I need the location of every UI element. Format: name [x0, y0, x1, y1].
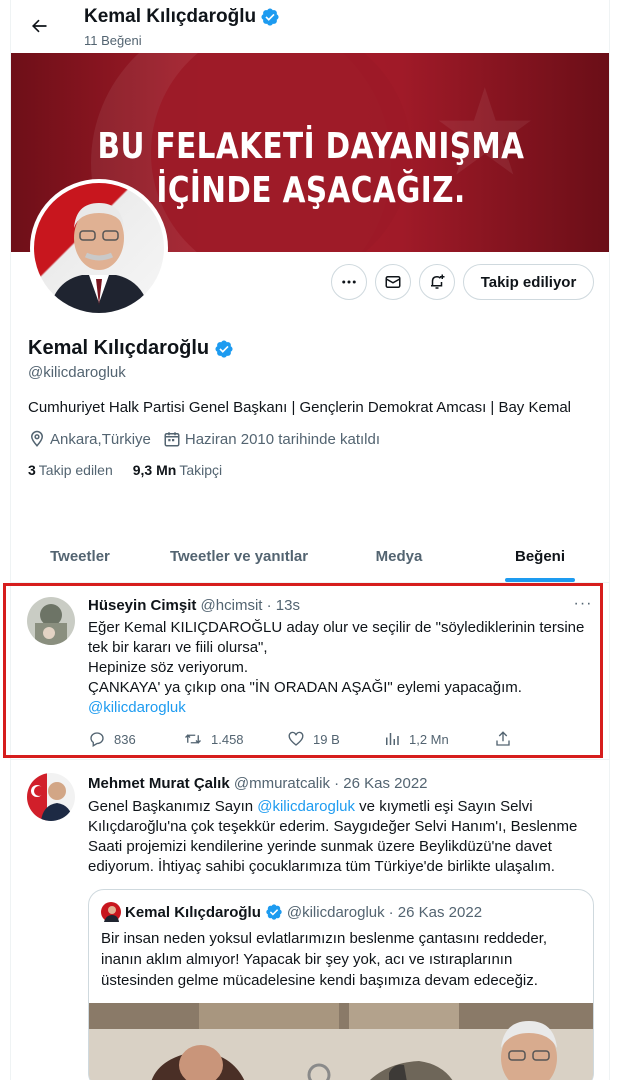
envelope-icon: [385, 276, 401, 288]
profile-meta: Ankara,Türkiye Haziran 2010 tarihinde ka…: [28, 430, 392, 448]
profile-avatar[interactable]: [30, 179, 168, 317]
retweet-icon: [185, 734, 201, 744]
verified-badge-icon: [261, 8, 279, 26]
tab-tweets-replies[interactable]: Tweetler ve yanıtlar: [149, 530, 329, 582]
tweet-author-avatar[interactable]: [27, 773, 75, 821]
tweet-author-avatar[interactable]: [27, 597, 75, 645]
tweet-author-handle[interactable]: @mmuratcalik: [234, 775, 330, 792]
tweet-text: Genel Başkanımız Sayın @kilicdarogluk ve…: [88, 798, 578, 875]
more-options-button[interactable]: [331, 264, 367, 300]
tab-tweets[interactable]: Tweetler: [11, 530, 149, 582]
profile-location: Ankara,Türkiye: [28, 430, 151, 448]
profile-joined: Haziran 2010 tarihinde katıldı: [163, 430, 380, 448]
tweet-header: Mehmet Murat Çalık @mmuratcalik · 26 Kas…: [88, 775, 428, 792]
tweet-header: Hüseyin Cimşit @hcimsit · 13s: [88, 597, 300, 614]
top-bar: Kemal Kılıçdaroğlu 11 Beğeni: [11, 0, 609, 53]
reply-icon: [90, 732, 104, 747]
profile-tabs: Tweetler Tweetler ve yanıtlar Medya Beğe…: [11, 530, 609, 583]
avatar-image: [27, 597, 75, 645]
following-link[interactable]: 3 Takip edilen: [28, 462, 113, 478]
avatar-image: [27, 773, 75, 821]
tweet-text: Eğer Kemal KILIÇDAROĞLU aday olur ve seç…: [88, 618, 598, 718]
profile-handle: @kilicdarogluk: [28, 364, 126, 381]
bell-plus-icon: [431, 274, 445, 289]
arrow-left-icon: [32, 19, 47, 33]
main-column: Kemal Kılıçdaroğlu 11 Beğeni ★ BU FELAKE…: [10, 0, 610, 1080]
profile-name: Kemal Kılıçdaroğlu: [28, 337, 234, 360]
quoted-author-name: Kemal Kılıçdaroğlu: [125, 903, 261, 921]
analytics-icon: [386, 733, 399, 745]
tab-media[interactable]: Medya: [329, 530, 469, 582]
quoted-tweet-time: · 26 Kas 2022: [388, 903, 483, 921]
location-pin-icon: [30, 430, 44, 447]
profile-bio: Cumhuriyet Halk Partisi Genel Başkanı | …: [28, 399, 571, 416]
tweet-more-button[interactable]: ···: [573, 595, 593, 613]
back-button[interactable]: [25, 12, 53, 40]
message-button[interactable]: [375, 264, 411, 300]
tweet-author-name[interactable]: Mehmet Murat Çalık: [88, 775, 230, 792]
mention-link[interactable]: @kilicdarogluk: [257, 798, 355, 815]
quoted-author-handle: @kilicdarogluk: [286, 903, 385, 921]
tweet-time[interactable]: · 13s: [267, 597, 300, 614]
verified-badge-icon: [215, 339, 233, 358]
quoted-tweet-text: Bir insan neden yoksul evlatlarımızın be…: [101, 930, 548, 989]
quoted-tweet[interactable]: Kemal Kılıçdaroğlu @kilicdarogluk · 26 K…: [88, 889, 594, 1080]
reply-button[interactable]: 836: [88, 730, 183, 748]
avatar-portrait: [34, 183, 164, 313]
tab-likes[interactable]: Beğeni: [469, 530, 609, 582]
mention-link[interactable]: @kilicdarogluk: [88, 698, 598, 718]
heart-icon: [288, 731, 304, 746]
notifications-button[interactable]: [419, 264, 455, 300]
active-tab-indicator: [505, 578, 575, 582]
header-subtitle: 11 Beğeni: [84, 33, 142, 48]
following-button[interactable]: Takip ediliyor: [463, 264, 594, 300]
followers-link[interactable]: 9,3 Mn Takipçi: [133, 462, 222, 478]
retweet-button[interactable]: 1.458: [183, 730, 287, 748]
tweet-author-handle[interactable]: @hcimsit: [201, 597, 263, 614]
tweet-card[interactable]: Hüseyin Cimşit @hcimsit · 13s ··· Eğer K…: [11, 583, 609, 760]
verified-badge-icon: [266, 904, 282, 920]
media-photo: [89, 1003, 593, 1080]
views-button[interactable]: 1,2 Mn: [383, 730, 494, 748]
header-title: Kemal Kılıçdaroğlu: [84, 6, 280, 28]
calendar-icon: [164, 432, 180, 447]
more-horizontal-icon: [342, 280, 356, 284]
profile-stats: 3 Takip edilen 9,3 Mn Takipçi: [28, 462, 222, 478]
share-button[interactable]: [494, 730, 512, 748]
tweet-author-name[interactable]: Hüseyin Cimşit: [88, 597, 196, 614]
share-icon: [496, 731, 510, 746]
quoted-tweet-media[interactable]: [89, 1003, 593, 1080]
quoted-tweet-header: Kemal Kılıçdaroğlu @kilicdarogluk · 26 K…: [101, 902, 482, 922]
like-button[interactable]: 19 B: [287, 730, 383, 748]
tweet-actions: 836 1.458 19 B 1,2 Mn: [88, 730, 512, 748]
quoted-author-avatar: [101, 902, 121, 922]
tweet-time[interactable]: · 26 Kas 2022: [334, 775, 427, 792]
